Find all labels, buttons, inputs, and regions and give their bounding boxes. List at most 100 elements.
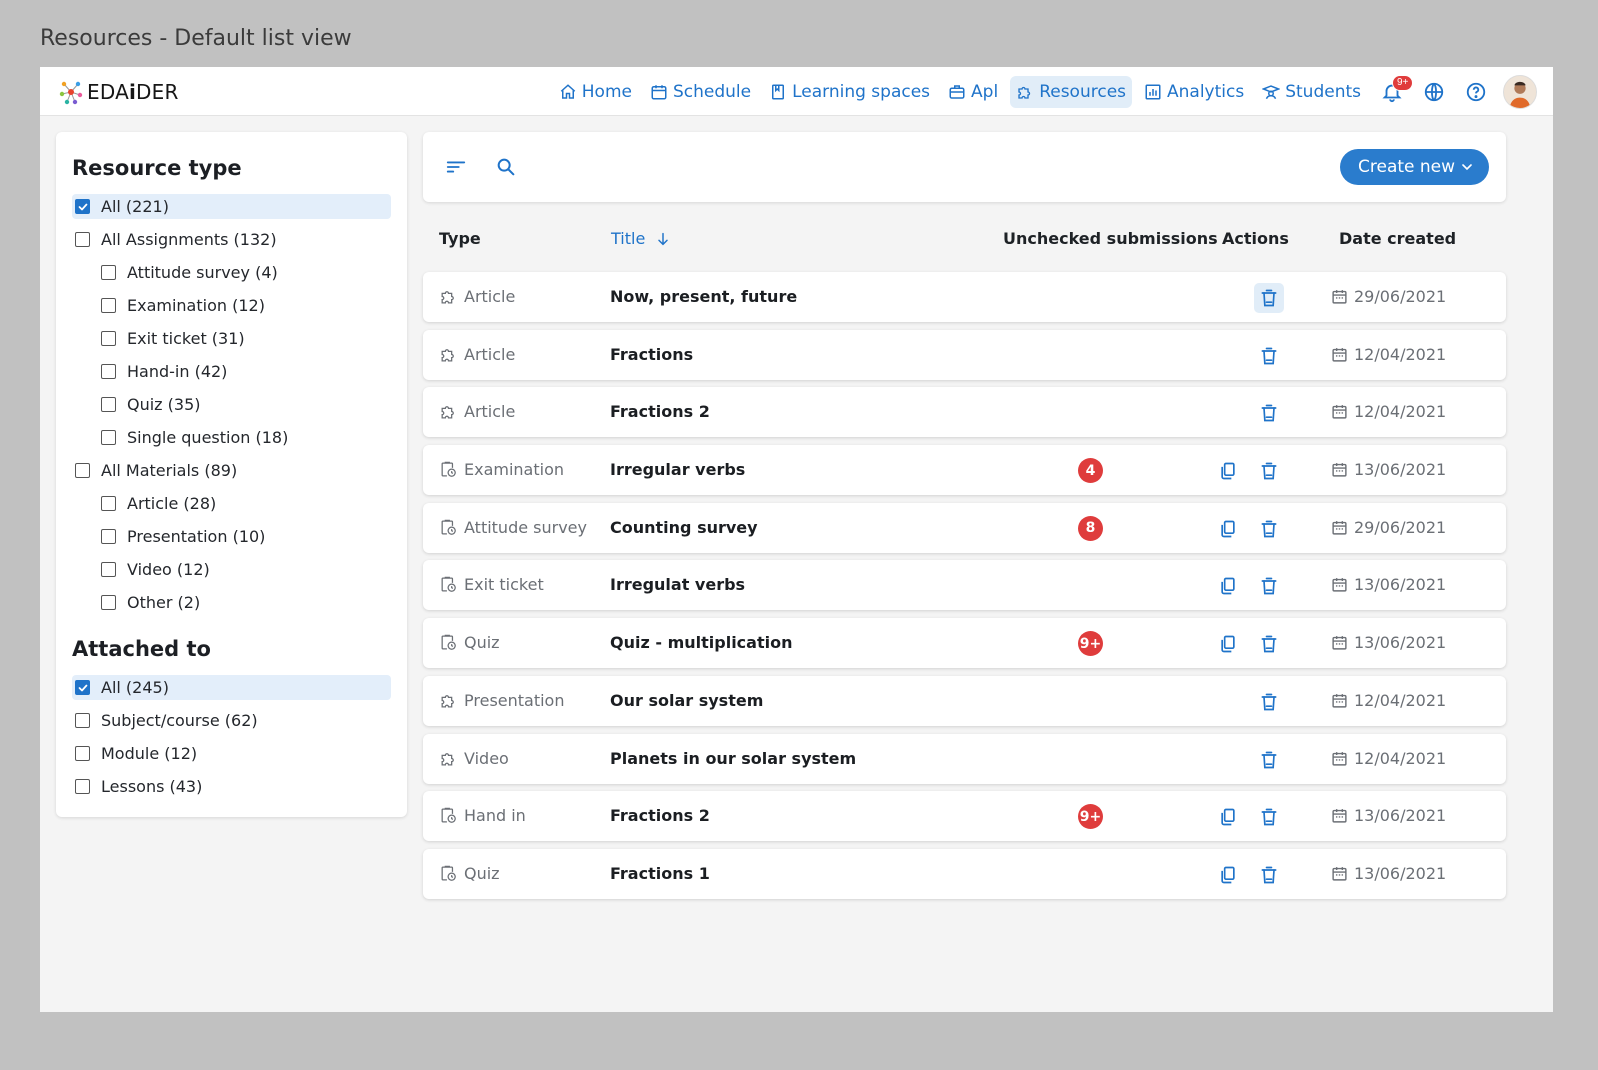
unchecked-submissions-badge: 8 bbox=[1078, 515, 1103, 541]
filter-option[interactable]: Lessons (43) bbox=[72, 770, 391, 803]
table-row[interactable]: Hand in Fractions 2 9+ 13/06/2021 bbox=[423, 791, 1506, 842]
row-title[interactable]: Now, present, future bbox=[610, 287, 797, 306]
row-title[interactable]: Fractions 2 bbox=[610, 806, 710, 825]
delete-button[interactable] bbox=[1254, 745, 1284, 775]
copy-button[interactable] bbox=[1213, 514, 1243, 544]
nav-schedule[interactable]: Schedule bbox=[644, 76, 757, 108]
table-header: Type Title Unchecked submissions Actions… bbox=[423, 202, 1506, 272]
nav-resources[interactable]: Resources bbox=[1010, 75, 1133, 108]
filter-option[interactable]: Exit ticket (31) bbox=[72, 322, 391, 355]
filter-option[interactable]: Module (12) bbox=[72, 737, 391, 770]
row-title[interactable]: Counting survey bbox=[610, 518, 758, 537]
filter-option[interactable]: All (221) bbox=[72, 194, 391, 219]
filter-option[interactable]: Quiz (35) bbox=[72, 388, 391, 421]
row-title[interactable]: Quiz - multiplication bbox=[610, 633, 792, 652]
filter-option[interactable]: All (245) bbox=[72, 675, 391, 700]
table-row[interactable]: Quiz Quiz - multiplication 9+ 13/06/2021 bbox=[423, 618, 1506, 669]
edaider-logo[interactable]: EDAiDER bbox=[56, 76, 179, 108]
checkbox[interactable] bbox=[101, 331, 116, 346]
table-row[interactable]: Article Fractions 2 12/04/2021 bbox=[423, 387, 1506, 438]
checkbox[interactable] bbox=[75, 713, 90, 728]
filter-option[interactable]: All Assignments (132) bbox=[72, 223, 391, 256]
row-date-label: 13/06/2021 bbox=[1354, 460, 1447, 480]
table-row[interactable]: Quiz Fractions 1 13/06/2021 bbox=[423, 848, 1506, 899]
delete-button[interactable] bbox=[1254, 571, 1284, 601]
delete-button[interactable] bbox=[1254, 802, 1284, 832]
delete-button[interactable] bbox=[1254, 514, 1284, 544]
notifications-button[interactable]: 9+ bbox=[1375, 74, 1414, 109]
copy-button[interactable] bbox=[1213, 629, 1243, 659]
nav-learning-spaces[interactable]: Learning spaces bbox=[763, 76, 936, 108]
checkbox[interactable] bbox=[75, 779, 90, 794]
create-new-button[interactable]: Create new bbox=[1340, 149, 1489, 185]
briefcase-icon bbox=[949, 84, 965, 99]
row-title[interactable]: Our solar system bbox=[610, 691, 763, 710]
checkbox[interactable] bbox=[101, 496, 116, 511]
checkbox[interactable] bbox=[75, 746, 90, 761]
language-button[interactable] bbox=[1417, 75, 1451, 109]
checkbox[interactable] bbox=[101, 562, 116, 577]
table-row[interactable]: Presentation Our solar system 12/04/2021 bbox=[423, 675, 1506, 726]
table-row[interactable]: Attitude survey Counting survey 8 29/06/202… bbox=[423, 502, 1506, 553]
row-date: 12/04/2021 bbox=[1331, 691, 1446, 710]
top-navigation-bar: EDAiDER Home Schedule Learning spaces Ap… bbox=[40, 67, 1553, 116]
trash-icon bbox=[1261, 866, 1277, 884]
filter-option[interactable]: Other (2) bbox=[72, 586, 391, 619]
help-button[interactable] bbox=[1459, 75, 1493, 109]
calendar-small-icon bbox=[1332, 751, 1347, 766]
nav-home[interactable]: Home bbox=[553, 76, 638, 108]
filter-option[interactable]: Subject/course (62) bbox=[72, 704, 391, 737]
copy-button[interactable] bbox=[1213, 456, 1243, 486]
copy-button[interactable] bbox=[1213, 802, 1243, 832]
table-row[interactable]: Article Now, present, future 29/06/2021 bbox=[423, 272, 1506, 322]
filter-option[interactable]: Attitude survey (4) bbox=[72, 256, 391, 289]
filter-option[interactable]: Hand-in (42) bbox=[72, 355, 391, 388]
header-title-sort[interactable]: Title bbox=[611, 229, 671, 248]
table-row[interactable]: Examination Irregular verbs 4 13/06/2021 bbox=[423, 445, 1506, 496]
delete-button[interactable] bbox=[1254, 687, 1284, 717]
header-date-created[interactable]: Date created bbox=[1339, 229, 1456, 248]
checkbox[interactable] bbox=[101, 364, 116, 379]
nav-apl[interactable]: Apl bbox=[942, 76, 1004, 108]
checkbox[interactable] bbox=[101, 397, 116, 412]
row-title[interactable]: Fractions 1 bbox=[610, 864, 710, 883]
user-avatar[interactable] bbox=[1503, 74, 1537, 109]
nav-students[interactable]: Students bbox=[1256, 76, 1367, 108]
row-title[interactable]: Fractions 2 bbox=[610, 402, 710, 421]
row-title[interactable]: Planets in our solar system bbox=[610, 749, 856, 768]
sort-button[interactable] bbox=[443, 154, 469, 180]
filter-option[interactable]: Examination (12) bbox=[72, 289, 391, 322]
checkbox[interactable] bbox=[101, 595, 116, 610]
delete-button[interactable] bbox=[1254, 860, 1284, 890]
row-title[interactable]: Irregulat verbs bbox=[610, 575, 745, 594]
checkbox[interactable] bbox=[101, 265, 116, 280]
attached-to-title: Attached to bbox=[72, 637, 211, 661]
copy-button[interactable] bbox=[1213, 860, 1243, 890]
delete-button[interactable] bbox=[1254, 283, 1284, 313]
filter-option[interactable]: Presentation (10) bbox=[72, 520, 391, 553]
checkbox-checked[interactable] bbox=[75, 680, 90, 695]
delete-button[interactable] bbox=[1254, 629, 1284, 659]
search-button[interactable] bbox=[493, 154, 519, 180]
table-row[interactable]: Article Fractions 12/04/2021 bbox=[423, 329, 1506, 380]
copy-button[interactable] bbox=[1213, 571, 1243, 601]
checkbox[interactable] bbox=[101, 529, 116, 544]
table-row[interactable]: Exit ticket Irregulat verbs 13/06/2021 bbox=[423, 560, 1506, 611]
delete-button[interactable] bbox=[1254, 456, 1284, 486]
checkbox[interactable] bbox=[101, 430, 116, 445]
delete-button[interactable] bbox=[1254, 398, 1284, 428]
filter-option[interactable]: Article (28) bbox=[72, 487, 391, 520]
row-title[interactable]: Fractions bbox=[610, 345, 693, 364]
filter-option[interactable]: Single question (18) bbox=[72, 421, 391, 454]
checkbox[interactable] bbox=[101, 298, 116, 313]
table-row[interactable]: Video Planets in our solar system 12/04/20… bbox=[423, 733, 1506, 784]
filter-option[interactable]: Video (12) bbox=[72, 553, 391, 586]
checkbox[interactable] bbox=[75, 232, 90, 247]
book-icon bbox=[772, 84, 785, 99]
filter-option[interactable]: All Materials (89) bbox=[72, 454, 391, 487]
row-title[interactable]: Irregular verbs bbox=[610, 460, 745, 479]
checkbox[interactable] bbox=[75, 463, 90, 478]
nav-analytics[interactable]: Analytics bbox=[1138, 76, 1250, 108]
checkbox-checked[interactable] bbox=[75, 199, 90, 214]
delete-button[interactable] bbox=[1254, 341, 1284, 371]
